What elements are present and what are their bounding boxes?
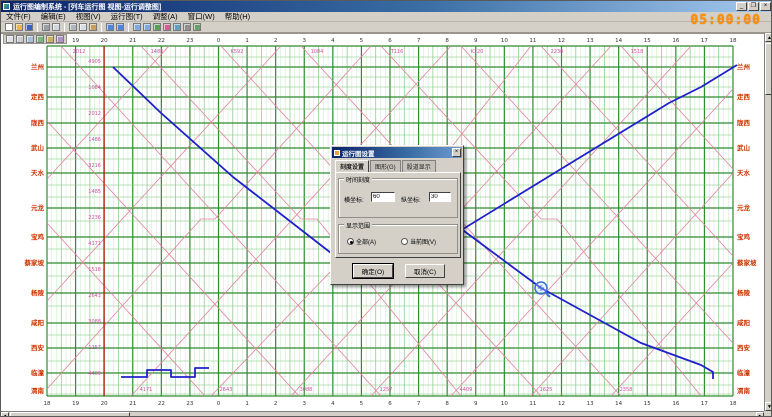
lock-icon[interactable] — [46, 35, 54, 43]
horizontal-scroll-thumb[interactable] — [10, 412, 130, 417]
scale-group: 时间刻度 横坐标: 纵坐标: — [338, 178, 458, 218]
ok-button[interactable]: 确定(O) — [353, 264, 393, 278]
window-title: 运行图编制系统 - [列车运行图 视图-运行调整图] — [13, 2, 161, 12]
filter-icon[interactable] — [56, 35, 64, 43]
y-scale-label: 纵坐标: — [401, 195, 421, 204]
radio-dot-icon — [401, 238, 408, 245]
diagram-toolbar — [3, 34, 67, 44]
redo-icon[interactable] — [116, 23, 124, 31]
toolbar-separator — [128, 23, 129, 32]
horizontal-scrollbar[interactable]: ◄ ► — [1, 411, 764, 417]
measure-icon[interactable] — [26, 35, 34, 43]
new-icon[interactable] — [5, 23, 13, 31]
toolbar-separator — [37, 23, 38, 32]
print-preview-icon[interactable] — [52, 23, 60, 31]
menu-item-1[interactable]: 编辑(E) — [36, 11, 71, 22]
menu-item-4[interactable]: 调整(A) — [148, 11, 183, 22]
scroll-up-icon[interactable]: ▲ — [765, 33, 772, 42]
print-icon[interactable] — [42, 23, 50, 31]
train-line-icon[interactable] — [163, 23, 171, 31]
x-scale-label: 横坐标: — [344, 195, 364, 204]
dialog-tab-strip: 刻度设置图形(G)股道显示 — [335, 160, 437, 172]
zoom-in-icon[interactable] — [133, 23, 141, 31]
close-button[interactable]: × — [760, 2, 771, 11]
dialog-tab-1[interactable]: 图形(G) — [370, 160, 401, 172]
dialog-tab-2[interactable]: 股道显示 — [402, 160, 436, 172]
range-group-label: 显示范围 — [344, 221, 372, 230]
radio-show-all-label: 全部(A) — [356, 237, 376, 246]
settings-dialog: 运行图设置 × 刻度设置图形(G)股道显示 时间刻度 横坐标: 纵坐标: 显示范… — [330, 145, 464, 285]
dialog-title-bar[interactable]: 运行图设置 × — [332, 147, 462, 158]
x-scale-input[interactable] — [371, 192, 395, 202]
menu-item-6[interactable]: 帮助(H) — [220, 11, 255, 22]
copy-icon[interactable] — [79, 23, 87, 31]
settings-icon[interactable] — [183, 23, 191, 31]
menu-item-0[interactable]: 文件(F) — [1, 11, 36, 22]
y-scale-input[interactable] — [429, 192, 451, 202]
toolbar-separator — [64, 23, 65, 32]
dialog-close-button[interactable]: × — [452, 148, 461, 157]
scroll-right-icon[interactable]: ► — [756, 412, 764, 417]
menu-item-3[interactable]: 运行图(T) — [106, 11, 148, 22]
application-window: 运行图编制系统 - [列车运行图 视图-运行调整图] _ ❐ × 文件(F)编辑… — [0, 0, 772, 417]
scroll-down-icon[interactable]: ▼ — [765, 402, 772, 411]
minimize-button[interactable]: _ — [736, 2, 747, 11]
radio-current-view[interactable]: 当前图(V) — [401, 237, 436, 246]
dialog-title: 运行图设置 — [342, 148, 375, 158]
toolbar-separator — [101, 23, 102, 32]
menu-item-2[interactable]: 视图(V) — [71, 11, 106, 22]
menu-bar: 文件(F)编辑(E)视图(V)运行图(T)调整(A)窗口(W)帮助(H) — [1, 12, 772, 22]
radio-dot-icon — [347, 238, 354, 245]
main-toolbar — [1, 22, 772, 33]
grid-icon[interactable] — [153, 23, 161, 31]
select-icon[interactable] — [6, 35, 14, 43]
cancel-button[interactable]: 取消(C) — [405, 264, 445, 278]
scale-group-label: 时间刻度 — [344, 175, 372, 184]
radio-show-all[interactable]: 全部(A) — [347, 237, 376, 246]
system-clock: 05:00:00 — [690, 13, 761, 28]
window-controls: _ ❐ × — [735, 2, 771, 11]
app-icon — [3, 3, 10, 10]
dialog-icon — [334, 150, 340, 156]
zoom-out-icon[interactable] — [143, 23, 151, 31]
save-icon[interactable] — [25, 23, 33, 31]
refresh-icon[interactable] — [36, 35, 44, 43]
pan-icon[interactable] — [16, 35, 24, 43]
undo-icon[interactable] — [106, 23, 114, 31]
open-icon[interactable] — [15, 23, 23, 31]
station-icon[interactable] — [173, 23, 181, 31]
radio-current-view-label: 当前图(V) — [410, 237, 436, 246]
range-group: 显示范围 全部(A) 当前图(V) — [338, 224, 458, 254]
dialog-tab-0[interactable]: 刻度设置 — [335, 160, 369, 172]
menu-item-5[interactable]: 窗口(W) — [183, 11, 220, 22]
cut-icon[interactable] — [69, 23, 77, 31]
paste-icon[interactable] — [89, 23, 97, 31]
vertical-scrollbar[interactable]: ▲ ▼ — [764, 33, 772, 411]
vertical-scroll-thumb[interactable] — [765, 43, 772, 95]
scroll-left-icon[interactable]: ◄ — [1, 412, 9, 417]
restore-button[interactable]: ❐ — [748, 2, 759, 11]
help-icon[interactable] — [193, 23, 201, 31]
